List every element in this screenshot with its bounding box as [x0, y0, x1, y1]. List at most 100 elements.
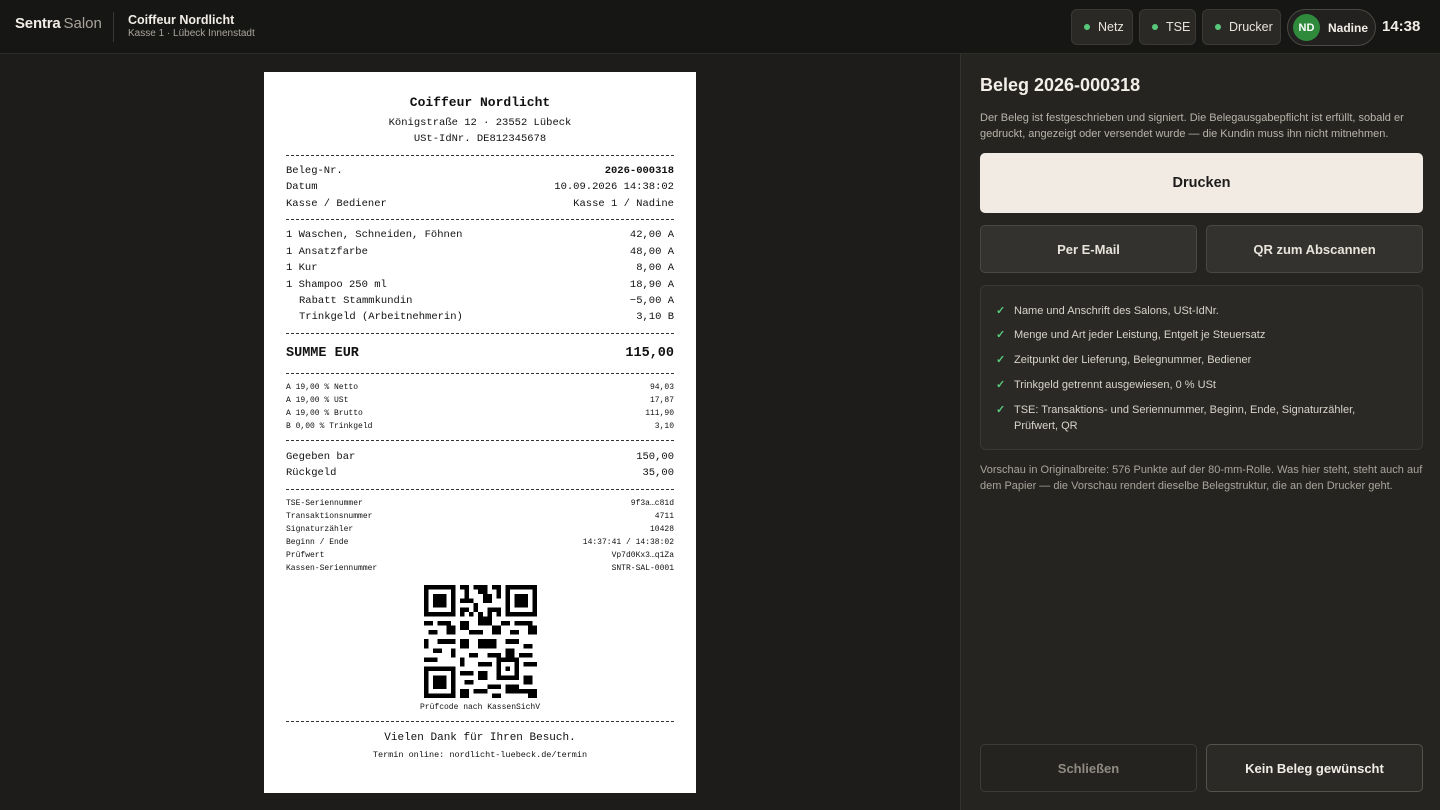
tax-label: B 0,00 % Trinkgeld — [286, 422, 373, 431]
item-value: 8,00 A — [636, 262, 674, 274]
list-item: ✓ Zeitpunkt der Lieferung, Belegnummer, B… — [996, 352, 1416, 368]
qr-code-icon — [424, 585, 537, 698]
receipt-vat-id: USt-IdNr. DE812345678 — [413, 133, 547, 145]
item-value: 3,10 B — [636, 311, 674, 323]
close-button[interactable]: Schließen — [980, 744, 1197, 792]
divider — [286, 155, 674, 156]
no-receipt-button[interactable]: Kein Beleg gewünscht — [1206, 744, 1423, 792]
meta-label: Datum — [286, 181, 318, 193]
total-label: SUMME EUR — [286, 346, 359, 361]
item-label: 1 Shampoo 250 ml — [286, 279, 387, 291]
receipt-tse-row: Prüfwert Vp7d0Kx3…q1Za — [286, 551, 674, 561]
user-name: Nadine — [1328, 20, 1369, 35]
divider — [286, 373, 674, 374]
receipt-tax-row: A 19,00 % Netto 94,03 — [286, 383, 674, 393]
receipt-tse-row: Kassen-Seriennummer SNTR-SAL-0001 — [286, 564, 674, 574]
tax-value: 111,90 — [645, 409, 674, 418]
status-chip-tse[interactable]: TSE — [1139, 9, 1196, 45]
top-bar: Sentra Salon Coiffeur Nordlicht Kasse 1 ·… — [0, 0, 1440, 54]
meta-value: Kasse 1 / Nadine — [573, 198, 674, 210]
receipt-tax-row: B 0,00 % Trinkgeld 3,10 — [286, 422, 674, 432]
item-value: 42,00 A — [629, 229, 674, 241]
receipt-actions-panel: Beleg 2026-000318 Der Beleg ist festgesc… — [960, 54, 1440, 810]
header-divider — [113, 12, 114, 42]
payment-value: 150,00 — [636, 451, 674, 463]
item-value: 48,00 A — [629, 246, 674, 258]
receipt-tse-row: Beginn / Ende 14:37:41 / 14:38:02 — [286, 538, 674, 548]
item-value: 18,90 A — [629, 279, 674, 291]
divider — [286, 489, 674, 490]
brand-name: Sentra — [15, 15, 61, 32]
check-label: Trinkgeld getrennt ausgewiesen, 0 % USt — [1014, 379, 1216, 391]
status-chip-label: TSE — [1166, 20, 1191, 34]
receipt-meta-row: Datum 10.09.2026 14:38:02 — [286, 181, 674, 194]
receipt-item-row: Trinkgeld (Arbeitnehmerin) 3,10 B — [286, 311, 674, 324]
preview-note: Vorschau in Originalbreite: 576 Punkte a… — [980, 464, 1423, 492]
item-label: Trinkgeld (Arbeitnehmerin) — [299, 311, 463, 323]
item-label: 1 Ansatzfarbe — [286, 246, 368, 258]
tse-label: TSE-Seriennummer — [286, 499, 363, 508]
check-icon: ✓ — [996, 354, 1006, 366]
tse-label: Beginn / Ende — [286, 538, 349, 547]
meta-value: 2026-000318 — [604, 165, 674, 177]
receipt-salon-name: Coiffeur Nordlicht — [409, 95, 551, 110]
receipt-tse-row: TSE-Seriennummer 9f3a…c81d — [286, 499, 674, 509]
meta-label: Beleg-Nr. — [286, 165, 343, 177]
receipt-item-row: Rabatt Stammkundin −5,00 A — [286, 295, 674, 308]
brand-logo: Sentra Salon — [15, 15, 102, 33]
tse-label: Kassen-Seriennummer — [286, 564, 378, 573]
qr-caption: Prüfcode nach KassenSichV — [419, 703, 541, 712]
receipt-item-row: 1 Kur 8,00 A — [286, 262, 674, 275]
tse-value: 14:37:41 / 14:38:02 — [582, 538, 674, 547]
status-chip-label: Netz — [1098, 20, 1124, 34]
status-chip-label: Drucker — [1229, 20, 1273, 34]
divider — [286, 721, 674, 722]
payment-label: Rückgeld — [286, 467, 337, 479]
tse-value: 10428 — [649, 525, 674, 534]
register-location: Kasse 1 · Lübeck Innenstadt — [128, 28, 255, 39]
item-label: 1 Waschen, Schneiden, Föhnen — [286, 229, 463, 241]
clock: 14:38 — [1382, 18, 1421, 35]
divider — [286, 219, 674, 220]
page-title: Beleg 2026-000318 — [980, 75, 1141, 95]
tax-value: 94,03 — [649, 383, 674, 392]
list-item: ✓ TSE: Transaktions- und Seriennummer, Be… — [996, 402, 1396, 434]
receipt-online-booking: Termin online: nordlicht-luebeck.de/term… — [372, 750, 588, 760]
check-icon: ✓ — [996, 379, 1006, 391]
tse-label: Transaktionsnummer — [286, 512, 373, 521]
payment-label: Gegeben bar — [286, 451, 356, 463]
status-chip-network[interactable]: Netz — [1071, 9, 1133, 45]
item-label: 1 Kur — [286, 262, 318, 274]
tax-label: A 19,00 % USt — [286, 396, 349, 405]
check-label: Menge und Art jeder Leistung, Entgelt je… — [1014, 329, 1266, 341]
status-dot-icon — [1084, 24, 1090, 30]
tax-value: 3,10 — [654, 422, 674, 431]
qr-scan-button[interactable]: QR zum Abscannen — [1206, 225, 1423, 273]
receipt-thanks: Vielen Dank für Ihren Besuch. — [384, 732, 576, 744]
total-value: 115,00 — [625, 346, 674, 361]
receipt-item-row: 1 Ansatzfarbe 48,00 A — [286, 246, 674, 259]
check-icon: ✓ — [996, 305, 1006, 317]
email-button[interactable]: Per E-Mail — [980, 225, 1197, 273]
status-chip-printer[interactable]: Drucker — [1202, 9, 1281, 45]
check-label: Zeitpunkt der Lieferung, Belegnummer, Be… — [1014, 354, 1252, 366]
check-label: TSE: Transaktions- und Seriennummer, Beg… — [1014, 404, 1356, 432]
tse-value: 9f3a…c81d — [630, 499, 674, 508]
receipt-tax-row: A 19,00 % USt 17,87 — [286, 396, 674, 406]
divider — [286, 440, 674, 441]
receipt-meta-row: Beleg-Nr. 2026-000318 — [286, 165, 674, 178]
tse-value: 4711 — [654, 512, 674, 521]
user-menu[interactable]: ND Nadine — [1287, 9, 1376, 46]
salon-name: Coiffeur Nordlicht — [128, 13, 235, 27]
tse-value: SNTR-SAL-0001 — [611, 564, 674, 573]
meta-value: 10.09.2026 14:38:02 — [554, 181, 674, 193]
receipt-address: Königstraße 12 · 23552 Lübeck — [388, 117, 572, 129]
payment-value: 35,00 — [642, 467, 674, 479]
divider — [286, 333, 674, 334]
receipt-item-row: 1 Shampoo 250 ml 18,90 A — [286, 279, 674, 292]
item-value: −5,00 A — [629, 295, 674, 307]
tax-label: A 19,00 % Brutto — [286, 409, 363, 418]
receipt-tax-row: A 19,00 % Brutto 111,90 — [286, 409, 674, 419]
receipt-payment-row: Rückgeld 35,00 — [286, 467, 674, 480]
print-button[interactable]: Drucken — [980, 153, 1423, 213]
